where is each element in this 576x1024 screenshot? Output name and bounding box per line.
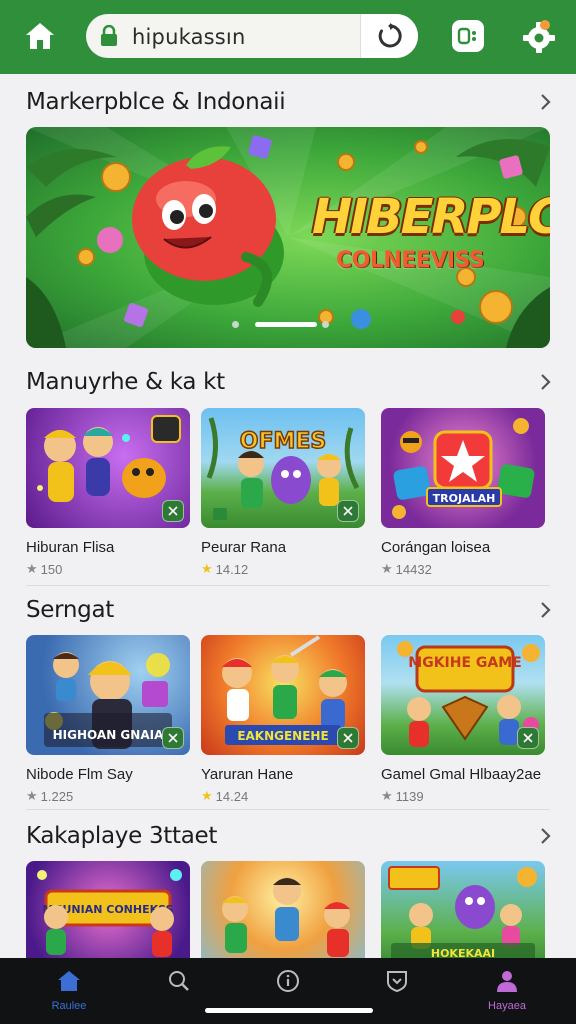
star-icon: ★ <box>381 561 393 576</box>
game-thumbnail[interactable]: OFMES <box>201 408 365 528</box>
thumbnail-logo: HOKEKAAI <box>431 947 495 958</box>
thumbnail-art: TROJALAH <box>392 418 535 519</box>
browser-top-bar: hipukassın <box>0 0 576 74</box>
gamepad-icon <box>343 733 353 743</box>
nav-item-home[interactable]: Raulee <box>24 964 114 1014</box>
game-thumbnail[interactable]: HOKEKAAI <box>381 861 545 958</box>
game-card[interactable]: HOKEKAAI <box>381 861 545 958</box>
rating-value: 14.12 <box>215 561 249 577</box>
platform-badge <box>162 500 184 522</box>
game-card[interactable] <box>201 861 365 958</box>
platform-badge <box>162 727 184 749</box>
game-rating: ★ 150 <box>26 561 62 577</box>
section-title-row3: Kakaplaye 3ttaet <box>26 823 218 849</box>
section-title-row1: Manuyrhe & ka kt <box>26 369 225 395</box>
home-icon <box>54 966 84 996</box>
search-icon <box>164 966 194 996</box>
section-title-row2: Serngat <box>26 597 114 623</box>
game-rating: ★ 1139 <box>381 788 424 804</box>
info-icon <box>273 966 303 996</box>
heart-shield-icon <box>382 966 412 996</box>
nav-item-profile[interactable]: Hayaea <box>462 964 552 1014</box>
game-thumbnail[interactable]: EAKNGENEHE <box>201 635 365 755</box>
platform-badge <box>517 727 539 749</box>
lock-icon <box>101 25 117 46</box>
section-divider <box>26 809 550 810</box>
tabs-icon <box>457 27 476 45</box>
thumbnail-logo: MGKIHE GAME <box>408 655 521 671</box>
nav-item-search[interactable] <box>134 964 224 1014</box>
nav-label-home: Raulee <box>51 1000 87 1012</box>
platform-badge <box>337 727 359 749</box>
reload-button[interactable] <box>360 14 418 58</box>
carousel-dot-active[interactable] <box>255 322 317 327</box>
rating-value: 14.24 <box>215 788 249 804</box>
hero-title: HIBERPLC <box>312 189 550 245</box>
gamepad-icon <box>168 733 178 743</box>
nav-item-favorites[interactable] <box>352 964 442 1014</box>
game-title[interactable]: Hiburan Flisa <box>26 539 114 556</box>
chevron-right-icon[interactable] <box>536 373 554 391</box>
game-thumbnail[interactable]: TROJALAH <box>381 408 545 528</box>
star-icon: ★ <box>381 788 393 803</box>
game-thumbnail[interactable] <box>26 408 190 528</box>
carousel-indicator[interactable] <box>26 321 550 329</box>
thumbnail-logo: OFMES <box>240 429 327 454</box>
game-thumbnail[interactable]: HIGHOAN GNAIA <box>26 635 190 755</box>
game-thumbnail[interactable]: MGKIHE GAME <box>381 635 545 755</box>
thumbnail-art <box>222 877 350 957</box>
section-divider <box>26 585 550 586</box>
reload-icon <box>378 23 402 48</box>
rating-value: 150 <box>40 561 63 577</box>
gamepad-icon <box>168 506 178 516</box>
rating-value: 1139 <box>395 788 424 804</box>
chevron-right-icon[interactable] <box>536 827 554 845</box>
carousel-dot[interactable] <box>322 321 329 328</box>
nav-label-profile: Hayaea <box>488 1000 526 1012</box>
game-title[interactable]: Gamel Gmal Hlbaay2ae <box>381 766 541 783</box>
game-title[interactable]: Peurar Rana <box>201 539 286 556</box>
address-bar[interactable]: hipukassın <box>86 14 418 58</box>
game-thumbnail[interactable]: MGUNIAN CONHEKSS <box>26 861 190 958</box>
nav-item-info[interactable] <box>243 964 333 1014</box>
thumbnail-art: MGUNIAN CONHEKSS <box>37 869 182 957</box>
game-rating: ★ 14.12 <box>201 561 248 577</box>
thumbnail-art: HOKEKAAI <box>388 866 537 958</box>
game-card[interactable]: MGUNIAN CONHEKSS <box>26 861 190 958</box>
game-rating: ★ 1.225 <box>26 788 73 804</box>
game-title[interactable]: Corángan loisea <box>381 539 490 556</box>
bottom-navigation-bar: Raulee Hayaea <box>0 958 576 1024</box>
section-title-featured: Markerpblce & Indonaii <box>26 89 286 115</box>
hero-banner[interactable]: HIBERPLC COLNEEVISS <box>26 127 550 348</box>
address-bar-url[interactable]: hipukassın <box>132 25 245 49</box>
thumbnail-logo: EAKNGENEHE <box>237 729 328 743</box>
home-indicator[interactable] <box>205 1008 373 1013</box>
game-rating: ★ 14.24 <box>201 788 248 804</box>
hero-subtitle: COLNEEVISS <box>336 248 485 273</box>
star-icon: ★ <box>26 561 38 576</box>
rating-value: 14432 <box>395 561 432 577</box>
home-icon <box>26 23 54 49</box>
carousel-dot[interactable] <box>232 321 239 328</box>
gamepad-icon <box>523 733 533 743</box>
star-icon: ★ <box>201 561 213 576</box>
chevron-right-icon[interactable] <box>536 601 554 619</box>
star-icon: ★ <box>26 788 38 803</box>
gamepad-icon <box>343 506 353 516</box>
rating-value: 1.225 <box>40 788 74 804</box>
game-thumbnail[interactable] <box>201 861 365 958</box>
tabs-button[interactable] <box>452 20 484 52</box>
thumbnail-logo: HIGHOAN GNAIA <box>53 728 164 742</box>
game-title[interactable]: Yaruran Hane <box>201 766 293 783</box>
profile-icon <box>492 966 522 996</box>
settings-gear-icon[interactable] <box>520 17 558 55</box>
game-rating: ★ 14432 <box>381 561 432 577</box>
chevron-right-icon[interactable] <box>536 93 554 111</box>
home-button[interactable] <box>22 18 58 54</box>
game-title[interactable]: Nibode Flm Say <box>26 766 133 783</box>
platform-badge <box>337 500 359 522</box>
star-icon: ★ <box>201 788 213 803</box>
thumbnail-logo: TROJALAH <box>433 492 496 505</box>
